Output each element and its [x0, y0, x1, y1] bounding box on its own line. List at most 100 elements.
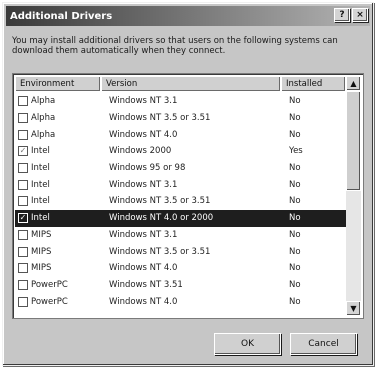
- table-row[interactable]: ✓ Intel Windows 2000 Yes: [15, 143, 346, 160]
- help-button[interactable]: ?: [334, 8, 350, 22]
- row-checkbox[interactable]: [18, 279, 28, 290]
- environment-label: Intel: [31, 163, 50, 174]
- environment-cell: Alpha: [15, 113, 101, 124]
- column-header-installed[interactable]: Installed: [281, 76, 346, 92]
- row-checkbox[interactable]: [18, 113, 28, 124]
- version-cell: Windows NT 3.5 or 3.51: [109, 246, 211, 257]
- environment-cell: Alpha: [15, 96, 101, 107]
- version-cell: Windows 95 or 98: [109, 163, 186, 174]
- installed-cell: No: [289, 246, 301, 257]
- version-cell: Windows NT 3.51: [109, 279, 183, 290]
- version-cell: Windows NT 4.0 or 2000: [109, 213, 214, 224]
- table-row[interactable]: MIPS Windows NT 3.5 or 3.51 No: [15, 243, 346, 260]
- close-button[interactable]: ×: [352, 8, 368, 22]
- table-row[interactable]: Intel Windows NT 3.5 or 3.51 No: [15, 193, 346, 210]
- version-cell: Windows NT 4.0: [109, 263, 178, 274]
- row-checkbox[interactable]: ✓: [18, 213, 28, 224]
- table-row[interactable]: Alpha Windows NT 4.0 No: [15, 126, 346, 143]
- environment-cell: PowerPC: [15, 296, 101, 307]
- installed-cell: No: [289, 229, 301, 240]
- table-row[interactable]: Intel Windows 95 or 98 No: [15, 160, 346, 177]
- environment-label: Alpha: [31, 113, 56, 124]
- description-text: You may install additional drivers so th…: [12, 36, 338, 56]
- environment-cell: Alpha: [15, 129, 101, 140]
- table-row[interactable]: ✓ Intel Windows NT 4.0 or 2000 No: [15, 209, 346, 227]
- vertical-scrollbar[interactable]: ▲ ▼: [346, 76, 361, 316]
- environment-cell: ✓ Intel: [15, 146, 101, 157]
- installed-cell: No: [289, 96, 301, 107]
- list-header: Environment Version Installed: [15, 76, 346, 92]
- row-checkbox[interactable]: [18, 96, 28, 107]
- arrow-down-icon: ▼: [350, 304, 357, 313]
- installed-cell: No: [289, 263, 301, 274]
- environment-cell: Intel: [15, 179, 101, 190]
- version-cell: Windows 2000: [109, 146, 172, 157]
- environment-label: Intel: [31, 213, 50, 224]
- installed-cell: No: [289, 213, 301, 224]
- environment-label: Alpha: [31, 129, 56, 140]
- table-row[interactable]: PowerPC Windows NT 4.0 No: [15, 293, 346, 310]
- table-row[interactable]: Alpha Windows NT 3.5 or 3.51 No: [15, 110, 346, 127]
- list-rows: Alpha Windows NT 3.1 No Alpha Windows NT 3.5…: [15, 93, 346, 310]
- environment-label: Intel: [31, 196, 50, 207]
- environment-cell: PowerPC: [15, 279, 101, 290]
- installed-cell: No: [289, 196, 301, 207]
- dialog-title: Additional Drivers: [10, 10, 113, 22]
- row-checkbox[interactable]: [18, 163, 28, 174]
- drivers-list[interactable]: Environment Version Installed Alpha Windo…: [12, 73, 364, 319]
- environment-cell: MIPS: [15, 246, 101, 257]
- installed-cell: No: [289, 179, 301, 190]
- table-row[interactable]: MIPS Windows NT 3.1 No: [15, 227, 346, 244]
- version-cell: Windows NT 4.0: [109, 296, 178, 307]
- help-icon: ?: [339, 10, 345, 20]
- row-checkbox[interactable]: [18, 229, 28, 240]
- column-header-environment[interactable]: Environment: [15, 76, 101, 92]
- version-cell: Windows NT 3.1: [109, 96, 178, 107]
- environment-cell: Intel: [15, 163, 101, 174]
- table-row[interactable]: Intel Windows NT 3.1 No: [15, 176, 346, 193]
- environment-cell: MIPS: [15, 229, 101, 240]
- table-row[interactable]: Alpha Windows NT 3.1 No: [15, 93, 346, 110]
- environment-label: MIPS: [31, 263, 52, 274]
- environment-label: MIPS: [31, 246, 52, 257]
- row-checkbox[interactable]: [18, 179, 28, 190]
- title-bar-buttons: ? ×: [334, 8, 368, 22]
- row-checkbox[interactable]: [18, 129, 28, 140]
- close-icon: ×: [356, 10, 364, 20]
- installed-cell: No: [289, 163, 301, 174]
- row-checkbox[interactable]: [18, 246, 28, 257]
- column-header-version[interactable]: Version: [101, 76, 281, 92]
- environment-label: MIPS: [31, 229, 52, 240]
- table-row[interactable]: PowerPC Windows NT 3.51 No: [15, 277, 346, 294]
- row-checkbox[interactable]: [18, 263, 28, 274]
- installed-cell: No: [289, 296, 301, 307]
- cancel-button[interactable]: Cancel: [290, 333, 357, 355]
- environment-label: PowerPC: [31, 279, 68, 290]
- environment-label: PowerPC: [31, 296, 68, 307]
- installed-cell: Yes: [289, 146, 303, 157]
- environment-cell: MIPS: [15, 263, 101, 274]
- environment-cell: ✓ Intel: [15, 213, 101, 224]
- installed-cell: No: [289, 113, 301, 124]
- installed-cell: No: [289, 279, 301, 290]
- environment-label: Intel: [31, 179, 50, 190]
- row-checkbox[interactable]: [18, 196, 28, 207]
- version-cell: Windows NT 4.0: [109, 129, 178, 140]
- title-bar[interactable]: Additional Drivers ? ×: [6, 6, 370, 26]
- environment-label: Alpha: [31, 96, 56, 107]
- version-cell: Windows NT 3.1: [109, 179, 178, 190]
- version-cell: Windows NT 3.5 or 3.51: [109, 196, 211, 207]
- ok-button[interactable]: OK: [214, 333, 281, 355]
- row-checkbox[interactable]: [18, 296, 28, 307]
- version-cell: Windows NT 3.1: [109, 229, 178, 240]
- scroll-down-button[interactable]: ▼: [346, 301, 361, 316]
- arrow-up-icon: ▲: [350, 79, 357, 88]
- environment-label: Intel: [31, 146, 50, 157]
- scroll-up-button[interactable]: ▲: [346, 76, 361, 91]
- scroll-thumb[interactable]: [346, 91, 361, 191]
- installed-cell: No: [289, 129, 301, 140]
- row-checkbox[interactable]: ✓: [18, 146, 28, 157]
- version-cell: Windows NT 3.5 or 3.51: [109, 113, 211, 124]
- environment-cell: Intel: [15, 196, 101, 207]
- table-row[interactable]: MIPS Windows NT 4.0 No: [15, 260, 346, 277]
